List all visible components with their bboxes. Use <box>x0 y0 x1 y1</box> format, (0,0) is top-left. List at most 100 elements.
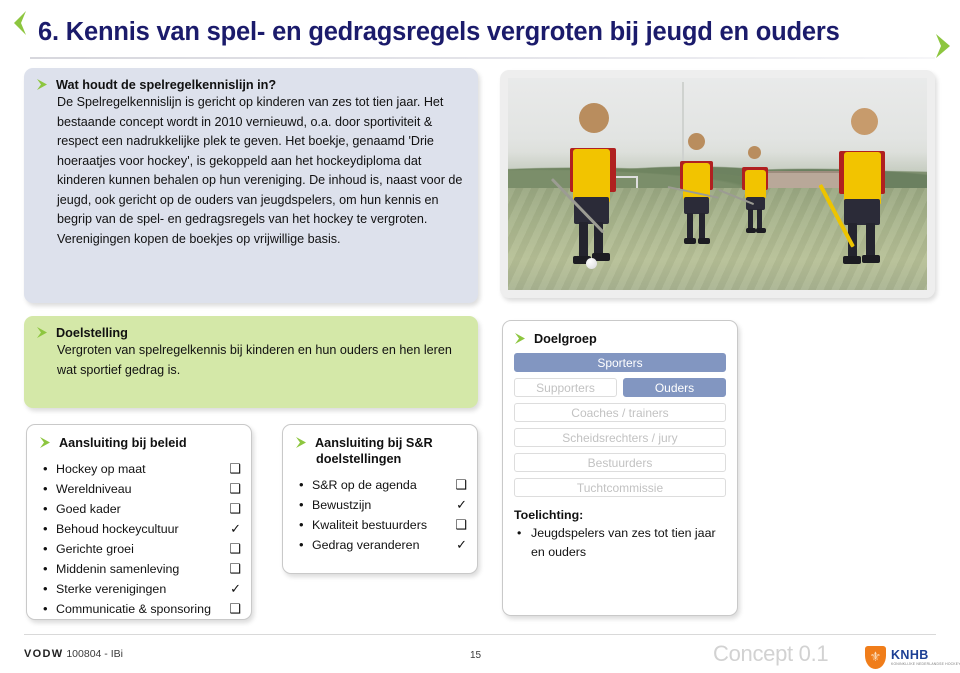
info-card-heading: Wat houdt de spelregelkennislijn in? <box>36 77 464 93</box>
chevron-right-icon[interactable] <box>930 30 956 62</box>
doelgroep-button-tuchtcommissie[interactable]: Tuchtcommissie <box>514 478 726 497</box>
doelgroep-row: Sporters <box>514 353 726 372</box>
concept-watermark: Concept 0.1 <box>713 641 829 666</box>
list-item[interactable]: • Kwaliteit bestuurders ❑ <box>295 515 467 535</box>
list-item[interactable]: • Middenin samenleving ❑ <box>39 559 241 579</box>
bullet-icon: • <box>299 517 304 532</box>
checkbox-icon[interactable]: ❑ <box>229 559 241 579</box>
bullet-icon: • <box>43 521 48 536</box>
chevron-left-icon[interactable] <box>6 8 32 38</box>
bullet-icon: • <box>43 541 48 556</box>
doelstelling-heading-text: Doelstelling <box>56 326 128 340</box>
footer-divider <box>24 634 936 635</box>
sr-heading: Aansluiting bij S&R doelstellingen <box>295 435 467 467</box>
title-divider <box>30 57 935 59</box>
photo-player-far <box>718 145 778 235</box>
knhb-logo-subtitle: KONINKLIJKE NEDERLANDSE HOCKEY BOND <box>891 662 960 666</box>
bullet-icon: • <box>43 601 48 616</box>
list-item[interactable]: • Bewustzijn ✓ <box>295 495 467 515</box>
sr-heading-line1: Aansluiting bij S&R <box>315 436 433 450</box>
checkbox-icon[interactable]: ❑ <box>229 539 241 559</box>
footer-reference-text: 100804 - IBi <box>66 648 123 660</box>
list-item-label: Gerichte groei <box>56 542 134 556</box>
doelgroep-button-sporters[interactable]: Sporters <box>514 353 726 372</box>
checkbox-icon[interactable]: ❑ <box>455 515 467 535</box>
doelgroep-row: Supporters Ouders <box>514 378 726 397</box>
photo-player-mid <box>667 133 726 247</box>
toelichting-list: • Jeugdspelers van zes tot tien jaar en o… <box>514 524 726 561</box>
list-item-label: Hockey op maat <box>56 462 146 476</box>
doelgroep-button-coaches-trainers[interactable]: Coaches / trainers <box>514 403 726 422</box>
photo-ball <box>585 258 597 270</box>
list-item[interactable]: • S&R op de agenda ❑ <box>295 475 467 495</box>
checkmark-icon[interactable]: ✓ <box>456 535 467 555</box>
list-item-label: S&R op de agenda <box>312 478 417 492</box>
beleid-heading: Aansluiting bij beleid <box>39 435 241 451</box>
checkmark-icon[interactable]: ✓ <box>230 579 241 599</box>
list-item[interactable]: • Hockey op maat ❑ <box>39 459 241 479</box>
doelgroep-button-ouders[interactable]: Ouders <box>623 378 726 397</box>
checkbox-icon[interactable]: ❑ <box>229 479 241 499</box>
bullet-icon: • <box>43 461 48 476</box>
list-item[interactable]: • Communicatie & sponsoring ❑ <box>39 599 241 619</box>
knhb-logo-name: KNHB <box>891 648 929 662</box>
bullet-icon: • <box>299 477 304 492</box>
list-item-label: Kwaliteit bestuurders <box>312 518 428 532</box>
bullet-icon: • <box>517 526 522 540</box>
list-item-label: Goed kader <box>56 502 121 516</box>
list-item[interactable]: • Gerichte groei ❑ <box>39 539 241 559</box>
info-card: Wat houdt de spelregelkennislijn in? De … <box>24 68 478 303</box>
sr-card: Aansluiting bij S&R doelstellingen • S&R … <box>282 424 478 574</box>
hockey-photo <box>508 78 927 290</box>
bullet-icon: • <box>43 501 48 516</box>
doelgroep-button-bestuurders[interactable]: Bestuurders <box>514 453 726 472</box>
checkmark-icon[interactable]: ✓ <box>456 495 467 515</box>
list-item-label: Behoud hockeycultuur <box>56 522 179 536</box>
doelgroep-row: Tuchtcommissie <box>514 478 726 497</box>
list-item[interactable]: • Gedrag veranderen ✓ <box>295 535 467 555</box>
list-item[interactable]: • Goed kader ❑ <box>39 499 241 519</box>
doelgroep-button-scheidsrechters-jury[interactable]: Scheidsrechters / jury <box>514 428 726 447</box>
bullet-icon: • <box>43 581 48 596</box>
green-arrow-icon <box>514 332 529 345</box>
list-item-label: Middenin samenleving <box>56 562 180 576</box>
beleid-heading-text: Aansluiting bij beleid <box>59 436 187 450</box>
green-arrow-icon <box>36 78 51 91</box>
page-number: 15 <box>470 650 482 661</box>
doelgroep-row: Coaches / trainers <box>514 403 726 422</box>
page-title: 6. Kennis van spel- en gedragsregels ver… <box>38 18 840 46</box>
footer-reference: VODW 100804 - IBi <box>24 648 123 660</box>
green-arrow-icon <box>39 436 54 449</box>
doelgroep-card: Doelgroep Sporters Supporters Ouders Coache… <box>502 320 738 616</box>
doelgroep-button-grid: Sporters Supporters Ouders Coaches / traine… <box>514 353 726 497</box>
doelstelling-card: Doelstelling Vergroten van spelregelkenn… <box>24 316 478 408</box>
photo-player-front-left <box>546 103 638 273</box>
beleid-card: Aansluiting bij beleid • Hockey op maat ❑ •… <box>26 424 252 620</box>
checkbox-icon[interactable]: ❑ <box>229 459 241 479</box>
checkmark-icon[interactable]: ✓ <box>230 519 241 539</box>
checkbox-icon[interactable]: ❑ <box>455 475 467 495</box>
knhb-logo-text: KNHB KONINKLIJKE NEDERLANDSE HOCKEY BOND <box>891 648 960 666</box>
green-arrow-icon <box>36 326 51 339</box>
bullet-icon: • <box>299 537 304 552</box>
checkbox-icon[interactable]: ❑ <box>229 599 241 619</box>
doelgroep-button-supporters[interactable]: Supporters <box>514 378 617 397</box>
doelstelling-body: Vergroten van spelregelkennis bij kinder… <box>36 341 464 380</box>
doelgroep-row: Bestuurders <box>514 453 726 472</box>
list-item[interactable]: • Behoud hockeycultuur ✓ <box>39 519 241 539</box>
sr-heading-line2: doelstellingen <box>316 452 402 466</box>
list-item: • Jeugdspelers van zes tot tien jaar en o… <box>514 524 726 561</box>
list-item-label: Communicatie & sponsoring <box>56 602 211 616</box>
bullet-icon: • <box>43 561 48 576</box>
toelichting-title: Toelichting: <box>514 508 584 522</box>
list-item[interactable]: • Sterke verenigingen ✓ <box>39 579 241 599</box>
info-card-body-text: De Spelregelkennislijn is gericht op kin… <box>57 95 463 246</box>
lion-icon: ⚜ <box>869 648 882 664</box>
list-item-label: Bewustzijn <box>312 498 372 512</box>
doelstelling-body-text: Vergroten van spelregelkennis bij kinder… <box>57 343 452 377</box>
info-card-heading-text: Wat houdt de spelregelkennislijn in? <box>56 78 277 92</box>
checkbox-icon[interactable]: ❑ <box>229 499 241 519</box>
list-item[interactable]: • Wereldniveau ❑ <box>39 479 241 499</box>
photo-player-front-right <box>818 107 906 273</box>
bullet-icon: • <box>43 481 48 496</box>
